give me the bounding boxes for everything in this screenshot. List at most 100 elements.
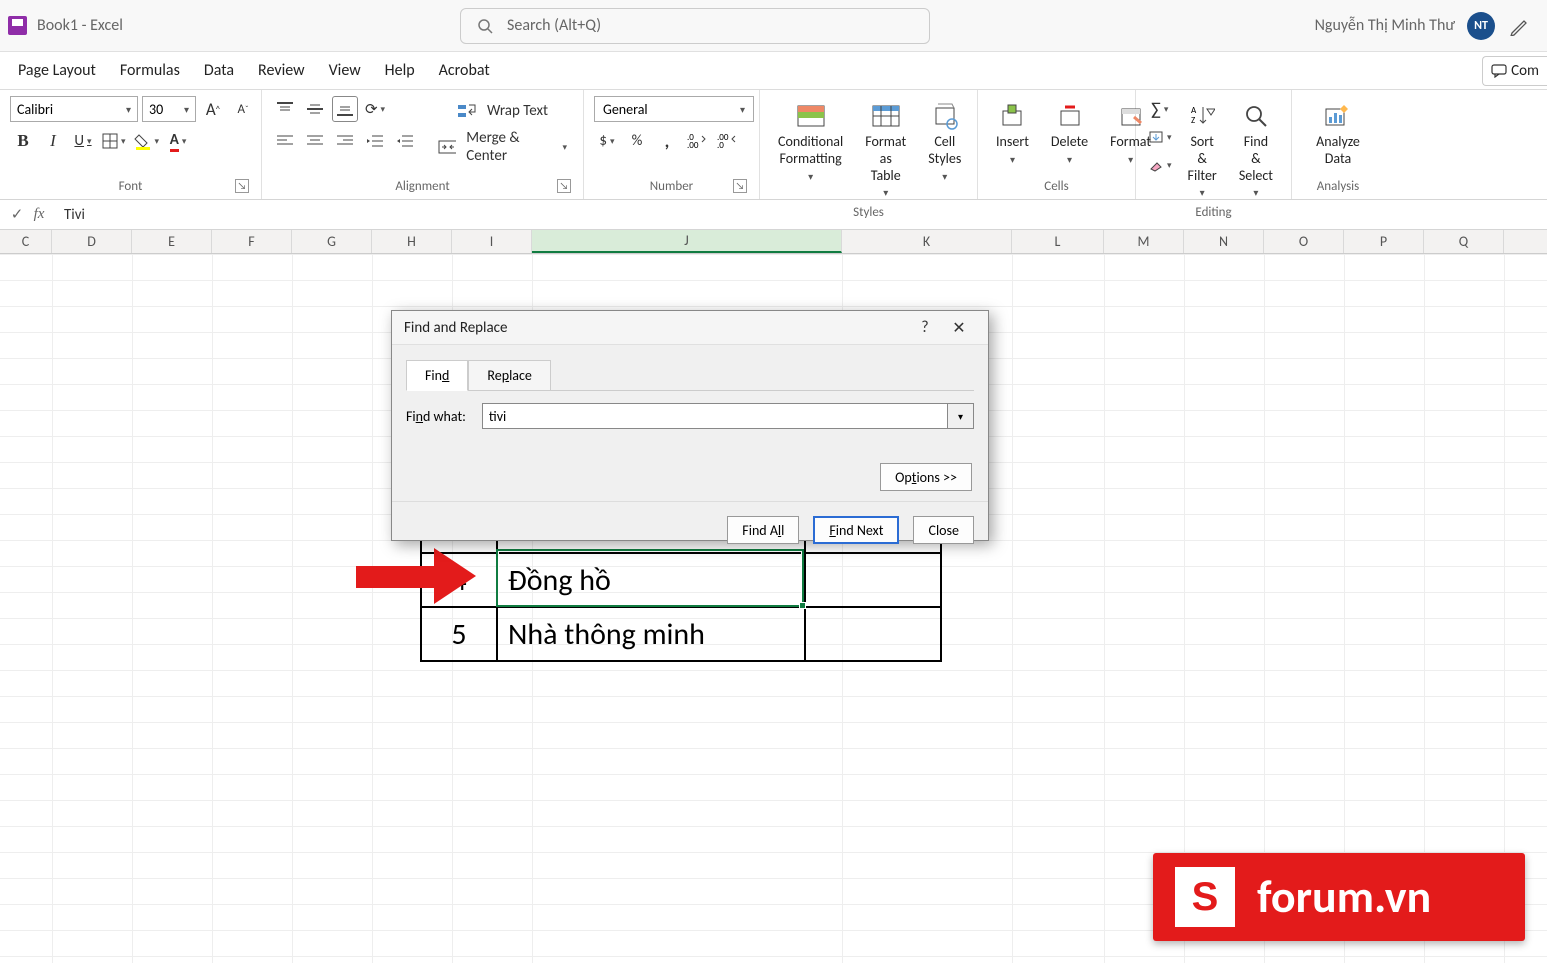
column-header[interactable]: J	[532, 230, 842, 253]
group-analysis-label: Analysis	[1317, 179, 1359, 194]
column-header[interactable]: P	[1344, 230, 1424, 253]
save-icon[interactable]	[8, 16, 27, 35]
column-header[interactable]: D	[52, 230, 132, 253]
find-what-input[interactable]	[482, 403, 948, 429]
dialog-help-button[interactable]: ?	[908, 313, 942, 343]
dialog-close-icon[interactable]: ✕	[942, 313, 976, 343]
comments-button[interactable]: Com	[1482, 56, 1547, 86]
table-row[interactable]: 5 Nhà thông minh	[421, 607, 941, 661]
column-header[interactable]: L	[1012, 230, 1104, 253]
column-header[interactable]: N	[1184, 230, 1264, 253]
watermark-text: forum.vn	[1257, 869, 1431, 925]
search-box[interactable]: Search (Alt+Q)	[460, 8, 930, 44]
tab-view[interactable]: View	[329, 61, 361, 80]
bold-button[interactable]: B	[10, 128, 36, 154]
group-number-label: Number	[650, 179, 693, 194]
sort-filter-button[interactable]: AZ Sort & Filter▾	[1180, 96, 1225, 203]
find-history-dropdown[interactable]: ▾	[948, 403, 974, 429]
find-select-button[interactable]: Find & Select▾	[1231, 96, 1281, 203]
comma-format-button[interactable]: ,	[654, 128, 680, 154]
table-row[interactable]: 4 Đồng hồ	[421, 553, 941, 607]
decrease-decimal-button[interactable]: .00.0	[714, 128, 740, 154]
column-header[interactable]: M	[1104, 230, 1184, 253]
fill-color-button[interactable]	[132, 128, 162, 154]
grow-font-button[interactable]: A^	[200, 96, 226, 122]
decrease-indent-button[interactable]	[362, 128, 388, 154]
group-cells: Insert▾ Delete▾ Format▾ Cells	[978, 90, 1136, 199]
tab-acrobat[interactable]: Acrobat	[439, 61, 490, 80]
clear-button[interactable]	[1146, 152, 1174, 178]
column-header[interactable]: K	[842, 230, 1012, 253]
accounting-format-button[interactable]: $	[594, 128, 620, 154]
dialog-titlebar: Find and Replace ? ✕	[392, 311, 988, 345]
options-button[interactable]: Options >>	[880, 463, 972, 491]
borders-button[interactable]	[100, 128, 128, 154]
align-bottom-button[interactable]	[332, 96, 358, 122]
search-icon	[477, 18, 493, 34]
font-size-select[interactable]: 30▾	[142, 96, 196, 122]
svg-text:Z: Z	[1191, 115, 1195, 126]
column-header[interactable]: O	[1264, 230, 1344, 253]
column-header[interactable]: E	[132, 230, 212, 253]
format-as-table-button[interactable]: Format as Table▾	[857, 96, 914, 203]
watermark-logo: S	[1175, 867, 1235, 927]
percent-format-button[interactable]: %	[624, 128, 650, 154]
delete-cell-button[interactable]: Delete▾	[1043, 96, 1096, 170]
merge-center-button[interactable]: Merge & Center	[432, 132, 573, 162]
pen-icon[interactable]	[1507, 14, 1531, 38]
conditional-formatting-button[interactable]: Conditional Formatting▾	[770, 96, 851, 187]
column-header[interactable]: H	[372, 230, 452, 253]
underline-button[interactable]: U	[70, 128, 96, 154]
cell-styles-button[interactable]: Cell Styles▾	[920, 96, 969, 187]
orientation-button[interactable]: ⟳	[362, 96, 388, 122]
align-right-button[interactable]	[332, 128, 358, 154]
column-header[interactable]: Q	[1424, 230, 1504, 253]
shrink-font-button[interactable]: Aˇ	[230, 96, 256, 122]
align-top-button[interactable]	[272, 96, 298, 122]
tab-help[interactable]: Help	[385, 61, 415, 80]
formula-check-icon[interactable]: ✓	[6, 205, 28, 224]
italic-button[interactable]: I	[40, 128, 66, 154]
ribbon: Calibri▾ 30▾ A^ Aˇ B I U A Font ↘	[0, 90, 1547, 200]
column-header[interactable]: I	[452, 230, 532, 253]
ribbon-tabs: Page Layout Formulas Data Review View He…	[0, 52, 1547, 90]
font-name-select[interactable]: Calibri▾	[10, 96, 138, 122]
close-button[interactable]: Close	[913, 516, 974, 544]
find-next-button[interactable]: Find Next	[813, 516, 899, 544]
number-format-select[interactable]: General▾	[594, 96, 754, 122]
group-number: General▾ $ % , .0.00 .00.0 Number ↘	[584, 90, 760, 199]
group-font-label: Font	[119, 179, 143, 194]
column-header[interactable]: C	[0, 230, 52, 253]
formula-value[interactable]: Tivi	[50, 206, 85, 224]
find-replace-dialog: Find and Replace ? ✕ Find Replace Find w…	[391, 310, 989, 541]
font-color-button[interactable]: A	[165, 128, 191, 154]
group-styles: Conditional Formatting▾ Format as Table▾…	[760, 90, 978, 199]
alignment-launcher-icon[interactable]: ↘	[557, 179, 571, 193]
align-left-button[interactable]	[272, 128, 298, 154]
group-analysis: Analyze Data Analysis	[1292, 90, 1384, 199]
align-center-button[interactable]	[302, 128, 328, 154]
dialog-tab-replace[interactable]: Replace	[468, 360, 551, 391]
fx-icon[interactable]: fx	[28, 206, 50, 223]
analyze-data-button[interactable]: Analyze Data	[1302, 96, 1374, 172]
number-launcher-icon[interactable]: ↘	[733, 179, 747, 193]
tab-page-layout[interactable]: Page Layout	[18, 61, 96, 80]
align-middle-button[interactable]	[302, 96, 328, 122]
search-placeholder: Search (Alt+Q)	[507, 16, 601, 35]
find-all-button[interactable]: Find All	[727, 516, 799, 544]
title-bar: Book1 - Excel Search (Alt+Q) Nguyễn Thị …	[0, 0, 1547, 52]
column-header[interactable]: G	[292, 230, 372, 253]
autosum-button[interactable]: ∑	[1146, 96, 1174, 122]
tab-formulas[interactable]: Formulas	[120, 61, 180, 80]
column-header[interactable]: F	[212, 230, 292, 253]
wrap-text-button[interactable]: Wrap Text	[432, 96, 573, 126]
insert-cell-button[interactable]: Insert▾	[988, 96, 1037, 170]
increase-indent-button[interactable]	[392, 128, 418, 154]
dialog-tab-find[interactable]: Find	[406, 360, 468, 391]
increase-decimal-button[interactable]: .0.00	[684, 128, 710, 154]
font-launcher-icon[interactable]: ↘	[235, 179, 249, 193]
fill-button[interactable]	[1146, 124, 1174, 150]
tab-data[interactable]: Data	[204, 61, 234, 80]
avatar[interactable]: NT	[1467, 12, 1495, 40]
tab-review[interactable]: Review	[258, 61, 305, 80]
